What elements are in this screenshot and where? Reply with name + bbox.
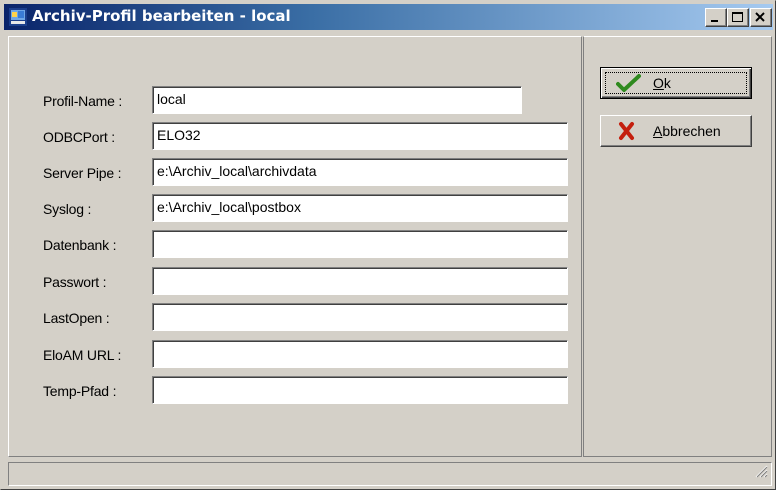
label-passwort: Passwort :: [43, 274, 107, 290]
passwort-input[interactable]: [152, 267, 568, 295]
label-syslog: Syslog :: [43, 201, 92, 217]
eloam-url-input[interactable]: [152, 340, 568, 368]
abbrechen-button[interactable]: Abbrechen: [600, 115, 752, 147]
odbcport-input[interactable]: ELO32: [152, 122, 568, 150]
label-datenbank: Datenbank :: [43, 237, 117, 253]
label-lastopen: LastOpen :: [43, 310, 110, 326]
minimize-button[interactable]: [705, 8, 727, 27]
lastopen-input[interactable]: [152, 303, 568, 331]
status-bar: [8, 462, 772, 486]
abbrechen-button-label: Abbrechen: [653, 123, 721, 139]
checkmark-icon: [616, 73, 642, 96]
profil-name-input[interactable]: local: [152, 86, 522, 114]
maximize-icon: [732, 12, 743, 22]
label-odbcport: ODBCPort :: [43, 129, 115, 145]
syslog-input[interactable]: e:\Archiv_local\postbox: [152, 194, 568, 222]
minimize-icon: [711, 20, 718, 22]
label-profil-name: Profil-Name :: [43, 93, 123, 109]
red-x-icon: [616, 121, 638, 144]
ok-button-label: Ok: [653, 75, 671, 91]
button-panel: [583, 36, 772, 457]
resize-grip-icon[interactable]: [754, 463, 768, 482]
server-pipe-input[interactable]: e:\Archiv_local\archivdata: [152, 158, 568, 186]
ok-button[interactable]: Ok: [600, 67, 752, 99]
label-eloam-url: EloAM URL :: [43, 347, 122, 363]
close-button[interactable]: [750, 8, 772, 27]
label-temp-pfad: Temp-Pfad :: [43, 383, 117, 399]
temp-pfad-input[interactable]: [152, 376, 568, 404]
window-title: Archiv-Profil bearbeiten - local: [32, 7, 291, 25]
label-server-pipe: Server Pipe :: [43, 165, 122, 181]
title-bar[interactable]: Archiv-Profil bearbeiten - local: [4, 4, 773, 30]
elo-archive-icon: [9, 8, 27, 26]
close-icon: [755, 12, 765, 22]
dialog-window: Archiv-Profil bearbeiten - local Profil-…: [0, 0, 776, 490]
maximize-button[interactable]: [727, 8, 749, 27]
datenbank-input[interactable]: [152, 230, 568, 258]
